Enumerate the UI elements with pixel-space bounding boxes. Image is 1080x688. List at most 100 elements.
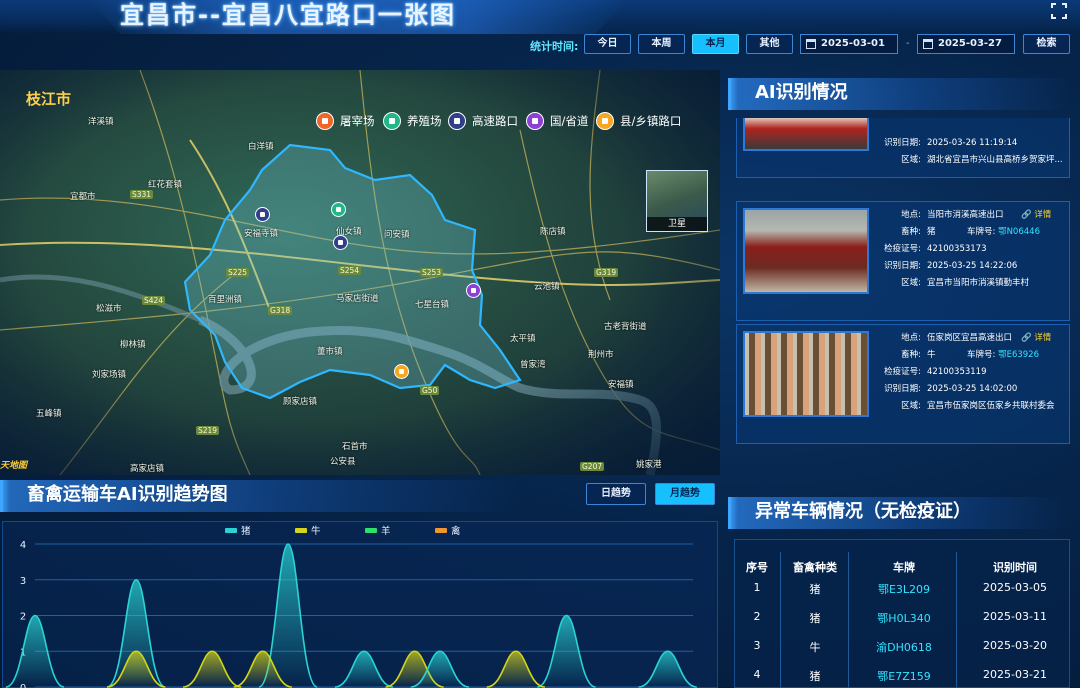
legend-label: 屠宰场 <box>340 114 375 128</box>
card-cert: 检疫证号: 42100353119 <box>884 367 987 377</box>
legend-swatch[interactable] <box>295 528 307 533</box>
table-cell: 2025-03-11 <box>983 610 1047 623</box>
place-label: 宜都市 <box>70 192 96 202</box>
place-label: 问安镇 <box>384 230 410 240</box>
calendar-icon <box>806 39 816 49</box>
this-month-button[interactable]: 本月 <box>692 34 739 54</box>
place-label: 马家店街道 <box>336 294 379 304</box>
county-road-icon <box>596 112 614 130</box>
column-header: 畜禽种类 <box>793 561 837 574</box>
search-button[interactable]: 检索 <box>1023 34 1070 54</box>
place-label: 顾家店镇 <box>283 397 318 407</box>
legend-slaughterhouse[interactable]: 屠宰场 <box>316 110 375 132</box>
national-road-marker[interactable] <box>466 283 481 298</box>
vehicle-photo[interactable] <box>743 118 869 151</box>
card-date: 识别日期: 2025-03-25 14:02:00 <box>884 384 1018 394</box>
column-header: 序号 <box>746 561 768 574</box>
ai-card[interactable]: 识别日期: 2025-03-26 11:19:14 区域: 湖北省宜昌市兴山县高桥乡… <box>736 118 1070 178</box>
trend-chart[interactable]: 01234猪牛羊禽 <box>2 521 718 688</box>
plate-cell: 鄂E3L209 <box>877 583 931 596</box>
road-label: S225 <box>226 268 250 277</box>
satellite-label: 卫星 <box>647 217 707 231</box>
calendar-icon <box>923 39 933 49</box>
place-label: 洋溪镇 <box>88 117 114 127</box>
daily-trend-button[interactable]: 日趋势 <box>586 483 646 505</box>
highway-exit-marker[interactable] <box>255 207 270 222</box>
end-date-value: 2025-03-27 <box>938 38 1002 49</box>
end-date-input[interactable]: 2025-03-27 <box>917 34 1015 54</box>
table-cell: 2025-03-20 <box>983 639 1047 652</box>
trend-panel-title: 畜禽运输车AI识别趋势图 <box>0 480 520 512</box>
highway-exit-marker[interactable] <box>333 235 348 250</box>
column-divider <box>848 552 849 688</box>
road-label: G207 <box>580 462 605 471</box>
card-field: 区域: 湖北省宜昌市兴山县高桥乡贺家坪... <box>901 155 1063 165</box>
place-label: 曾家湾 <box>520 360 546 370</box>
card-location: 地点: 当阳市消溪高速出口 <box>901 210 1004 220</box>
vehicle-photo[interactable] <box>743 208 869 294</box>
road-label: G318 <box>268 306 293 315</box>
place-label: 安福寺镇 <box>244 229 279 239</box>
road-label: G319 <box>594 268 619 277</box>
card-species: 畜种: 牛 <box>901 350 936 360</box>
legend-national-road[interactable]: 国/省道 <box>526 110 588 132</box>
place-label: 五峰镇 <box>36 409 62 419</box>
ai-card[interactable]: 地点: 当阳市消溪高速出口 🔗 详情 畜种: 猪 车牌号: 鄂N06446 检疫证号… <box>736 201 1070 321</box>
place-label: 高家店镇 <box>130 464 165 474</box>
ai-panel-title: AI识别情况 <box>728 78 1070 110</box>
column-header: 车牌 <box>893 561 915 574</box>
county-road-marker[interactable] <box>394 364 409 379</box>
legend-label[interactable]: 牛 <box>311 525 321 537</box>
place-label: 古老背街道 <box>604 322 647 332</box>
legend-label[interactable]: 禽 <box>451 525 461 537</box>
this-week-button[interactable]: 本周 <box>638 34 685 54</box>
legend-swatch[interactable] <box>435 528 447 533</box>
table-cell: 2 <box>753 610 761 623</box>
fullscreen-icon[interactable] <box>1050 2 1068 20</box>
legend-label: 养殖场 <box>407 114 442 128</box>
today-button[interactable]: 今日 <box>584 34 631 54</box>
detail-link[interactable]: 🔗 详情 <box>1021 208 1051 220</box>
place-label: 百里洲镇 <box>208 295 243 305</box>
place-label: 白洋镇 <box>248 142 274 152</box>
legend-farm[interactable]: 养殖场 <box>383 110 442 132</box>
legend-swatch[interactable] <box>365 528 377 533</box>
table-cell: 牛 <box>809 641 821 654</box>
road-label: S253 <box>420 268 444 277</box>
monthly-trend-button[interactable]: 月趋势 <box>655 483 715 505</box>
place-label: 柳林镇 <box>120 340 146 350</box>
place-label: 七星台镇 <box>415 300 450 310</box>
slaughterhouse-icon <box>316 112 334 130</box>
road-label: S254 <box>338 266 362 275</box>
card-location: 地点: 伍家岗区宜昌高速出口 <box>901 333 1013 343</box>
place-label: 刘家场镇 <box>92 370 127 380</box>
table-cell: 猪 <box>809 670 821 683</box>
ai-recognition-list[interactable]: 识别日期: 2025-03-26 11:19:14 区域: 湖北省宜昌市兴山县高桥乡… <box>736 118 1070 448</box>
legend-highway-exit[interactable]: 高速路口 <box>448 110 518 132</box>
vehicle-photo[interactable] <box>743 331 869 417</box>
legend-label: 县/乡镇路口 <box>620 114 682 128</box>
start-date-input[interactable]: 2025-03-01 <box>800 34 898 54</box>
satellite-toggle[interactable]: 卫星 <box>646 170 708 232</box>
table-cell: 猪 <box>809 583 821 596</box>
plate-cell: 鄂E7Z159 <box>877 670 931 683</box>
legend-label[interactable]: 猪 <box>241 525 251 537</box>
road-label: S331 <box>130 190 154 199</box>
table-cell: 3 <box>753 639 761 652</box>
legend-county-road[interactable]: 县/乡镇路口 <box>596 110 681 132</box>
farm-marker[interactable] <box>331 202 346 217</box>
legend-swatch[interactable] <box>225 528 237 533</box>
ai-card[interactable]: 地点: 伍家岗区宜昌高速出口 🔗 详情 畜种: 牛 车牌号: 鄂E63926 检疫证… <box>736 324 1070 444</box>
table-cell: 猪 <box>809 612 821 625</box>
place-label: 荆州市 <box>588 350 614 360</box>
column-divider <box>780 552 781 688</box>
legend-label[interactable]: 羊 <box>381 525 391 537</box>
other-button[interactable]: 其他 <box>746 34 793 54</box>
place-label: 云池镇 <box>534 282 560 292</box>
card-plate: 车牌号: 鄂N06446 <box>967 227 1040 237</box>
detail-link[interactable]: 🔗 详情 <box>1021 331 1051 343</box>
y-tick-label: 4 <box>20 540 26 551</box>
place-label: 姚家港 <box>636 460 662 470</box>
place-label: 公安县 <box>330 457 356 467</box>
plate-cell: 渝DH0618 <box>876 641 932 654</box>
